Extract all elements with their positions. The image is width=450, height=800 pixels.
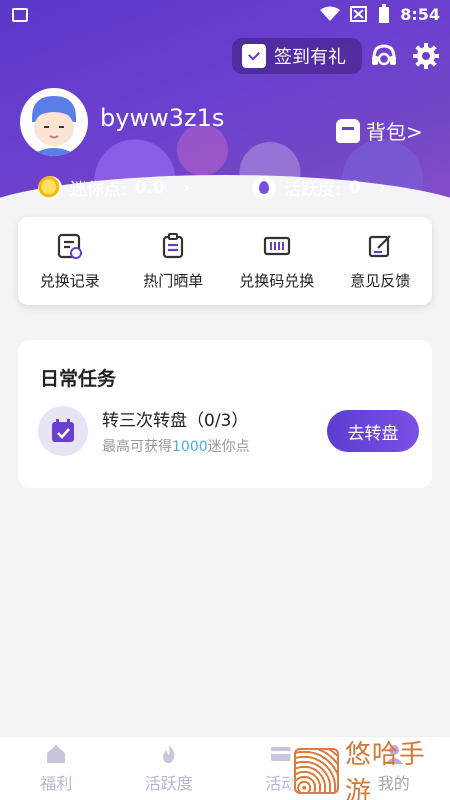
chevron-right-icon: › xyxy=(182,177,191,198)
signal-off-icon xyxy=(350,6,368,22)
home-icon xyxy=(47,744,66,763)
avatar[interactable] xyxy=(20,88,88,156)
backpack-label: 背包> xyxy=(366,120,423,144)
quick-action-exchange-record[interactable]: 兑换记录 xyxy=(18,217,122,305)
quick-action-label: 兑换码兑换 xyxy=(239,271,315,290)
backpack-button[interactable]: 背包> xyxy=(336,116,423,145)
watermark-text: 悠哈手游 xyxy=(344,740,426,800)
go-spin-button[interactable]: 去转盘 xyxy=(327,410,419,452)
quick-action-label: 兑换记录 xyxy=(39,271,100,290)
sign-in-label: 签到有礼 xyxy=(274,47,346,68)
activity-label: 活跃度: xyxy=(284,180,341,200)
nav-label: 福利 xyxy=(40,773,73,793)
fire-icon xyxy=(252,175,276,200)
customer-service-icon[interactable] xyxy=(370,42,398,70)
quick-action-redeem-code[interactable]: 兑换码兑换 xyxy=(225,217,329,305)
activity-stat[interactable]: 活跃度: 0 › xyxy=(252,175,386,200)
quick-action-hot-share[interactable]: 热门晒单 xyxy=(122,217,226,305)
quick-action-feedback[interactable]: 意见反馈 xyxy=(329,217,433,305)
task-reward-suffix: 迷你点 xyxy=(207,439,250,455)
sign-in-reward-button[interactable]: 签到有礼 xyxy=(232,38,362,74)
gear-icon[interactable] xyxy=(412,42,440,70)
daily-tasks-card: 日常任务 转三次转盘（0/3） 最高可获得1000迷你点 去转盘 xyxy=(18,340,432,488)
calendar-check-icon xyxy=(242,44,266,68)
watermark-logo-icon xyxy=(294,748,339,794)
nav-item-activity[interactable]: 活跃度 xyxy=(113,737,226,800)
activity-value: 0 xyxy=(348,177,361,198)
exchange-record-icon xyxy=(57,233,82,259)
redeem-code-icon xyxy=(263,236,290,255)
avatar-face-icon xyxy=(30,96,78,156)
mini-points-stat[interactable]: 迷你点: 0.0 › xyxy=(38,175,190,200)
nav-item-welfare[interactable]: 福利 xyxy=(0,737,113,800)
mini-points-value: 0.0 xyxy=(134,177,165,198)
status-bar: 8:54 xyxy=(0,0,450,32)
task-reward-prefix: 最高可获得 xyxy=(102,439,172,455)
backpack-icon xyxy=(336,118,360,143)
task-name: 转三次转盘（0/3） xyxy=(102,411,249,431)
quick-action-label: 热门晒单 xyxy=(143,271,204,290)
card-icon xyxy=(271,746,292,761)
task-calendar-icon xyxy=(38,406,88,456)
wifi-icon xyxy=(320,6,341,21)
chevron-right-icon: › xyxy=(378,177,386,198)
nav-label: 活跃度 xyxy=(144,773,193,793)
watermark: 悠哈手游 xyxy=(290,740,450,800)
coin-icon xyxy=(38,175,62,200)
status-time: 8:54 xyxy=(400,4,440,24)
fire-icon xyxy=(162,744,175,763)
hot-share-icon xyxy=(163,232,184,258)
feedback-icon xyxy=(369,234,392,257)
gallery-icon xyxy=(12,8,28,22)
task-reward-amount: 1000 xyxy=(172,439,208,455)
daily-tasks-title: 日常任务 xyxy=(40,368,117,390)
battery-icon xyxy=(379,4,390,23)
task-reward-text: 最高可获得1000迷你点 xyxy=(102,436,250,456)
mini-points-label: 迷你点: xyxy=(70,180,127,200)
username: byww3z1s xyxy=(100,104,225,132)
quick-actions-card: 兑换记录 热门晒单 兑换码兑换 意见反馈 xyxy=(18,217,432,305)
quick-action-label: 意见反馈 xyxy=(350,271,411,290)
